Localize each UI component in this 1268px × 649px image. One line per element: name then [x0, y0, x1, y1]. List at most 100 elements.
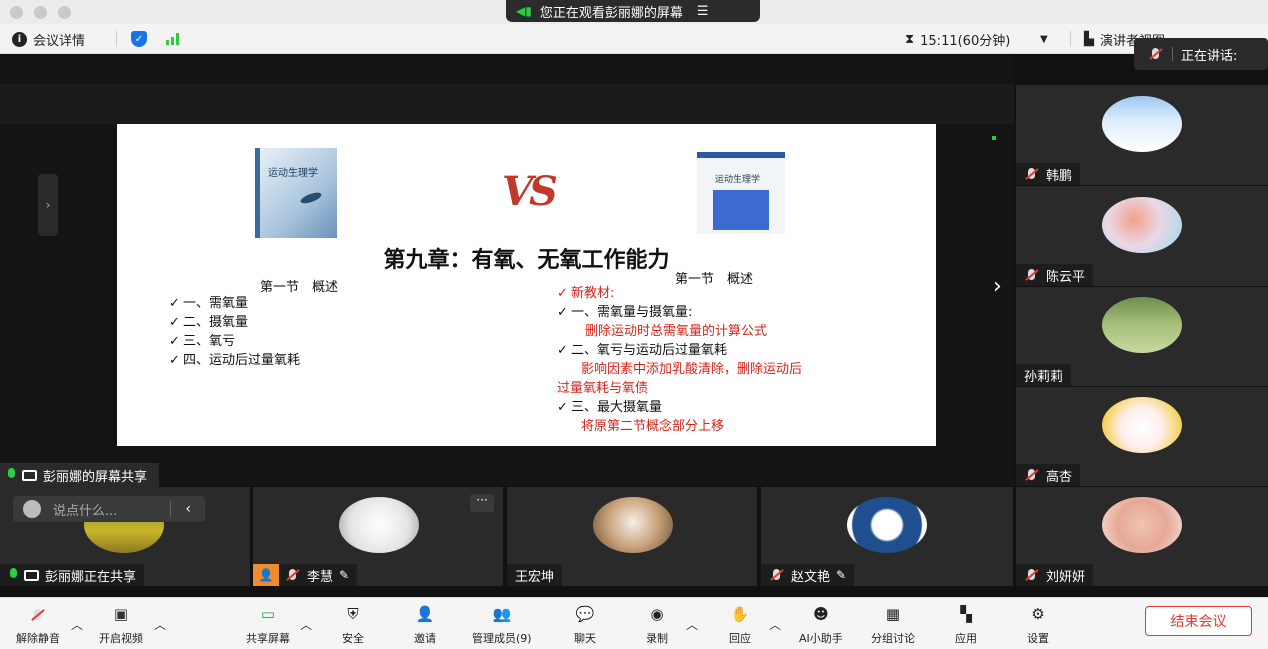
react-button[interactable]: ✋ 回应: [729, 598, 751, 649]
invite-label: 邀请: [414, 632, 436, 645]
record-button[interactable]: ◉ 录制: [646, 598, 668, 649]
screen-share-icon: [22, 469, 37, 481]
participant-label: 彭丽娜正在共享: [0, 564, 145, 586]
breakout-rooms-icon: ▦: [885, 605, 901, 623]
minimize-window-button[interactable]: [34, 6, 47, 19]
pencil-icon: ✎: [836, 568, 847, 582]
layout-icon: ▙: [1084, 31, 1094, 47]
list-item: ✓ 一、需氧量: [169, 296, 249, 311]
robot-icon: ☻: [813, 605, 829, 623]
mic-muted-icon: [1024, 167, 1040, 181]
viewing-banner[interactable]: ◀▮ 您正在观看彭丽娜的屏幕 ☰: [506, 0, 760, 22]
chat-bubble-icon: 💬: [575, 605, 595, 623]
participant-tile[interactable]: 韩鹏: [1016, 85, 1268, 185]
participant-tile[interactable]: 高杏: [1016, 387, 1268, 486]
chat-button[interactable]: 💬 聊天: [574, 598, 596, 649]
vs-logo: VS: [502, 168, 558, 215]
meeting-details-button[interactable]: i 会议详情: [12, 24, 85, 54]
expand-sidebar-button[interactable]: ›: [38, 174, 58, 236]
collapse-chat-icon[interactable]: ‹: [171, 501, 205, 517]
more-options-button[interactable]: ···: [470, 494, 494, 512]
network-status[interactable]: [166, 24, 179, 54]
video-off-icon: ▣: [113, 605, 129, 623]
hourglass-icon: ⧗: [905, 31, 915, 47]
info-icon: i: [12, 31, 27, 47]
share-screen-button[interactable]: ▭ 共享屏幕: [246, 598, 290, 649]
chat-placeholder[interactable]: 说点什么...: [53, 500, 117, 519]
react-label: 回应: [729, 632, 751, 645]
list-item: ✓ 一、需氧量与摄氧量:: [557, 305, 693, 320]
avatar: [1102, 197, 1182, 253]
settings-button[interactable]: ⚙ 设置: [1027, 598, 1049, 649]
shield-check-icon: ✓: [131, 31, 147, 47]
mic-muted-icon: [1148, 47, 1164, 61]
next-page-icon[interactable]: ›: [993, 274, 1002, 299]
info-bar: i 会议详情 ✓ ⧗ 15:11(60分钟) ▼ ▙ 演讲者视图: [0, 24, 1268, 54]
list-item: ✓ 新教材:: [557, 286, 615, 301]
close-window-button[interactable]: [10, 6, 23, 19]
list-item: ✓ 三、最大摄氧量: [557, 400, 663, 415]
meeting-window: ◀▮ 您正在观看彭丽娜的屏幕 ☰ i 会议详情 ✓ ⧗ 15:11(60分钟) …: [0, 0, 1268, 649]
security-label: 安全: [342, 632, 364, 645]
chevron-up-icon[interactable]: ︿: [300, 616, 312, 633]
avatar: [847, 497, 927, 553]
participant-tile[interactable]: 赵文艳 ✎: [761, 487, 1013, 586]
manage-members-button[interactable]: 👥 管理成员(9): [472, 598, 532, 649]
emoji-icon[interactable]: [23, 500, 41, 518]
avatar: [1102, 297, 1182, 353]
list-note: 将原第二节概念部分上移: [581, 419, 725, 434]
avatar: [339, 497, 419, 553]
invite-button[interactable]: 👤 邀请: [414, 598, 436, 649]
security-button[interactable]: ⛨ 安全: [342, 598, 364, 649]
participant-tile[interactable]: 刘妍妍: [1016, 487, 1268, 586]
share-screen-label: 共享屏幕: [246, 632, 290, 645]
participant-tile[interactable]: 王宏坤: [507, 487, 757, 586]
list-note: 删除运动时总需氧量的计算公式: [585, 324, 768, 339]
screen-share-icon: [24, 569, 39, 581]
right-list: ✓ 新教材: ✓ 一、需氧量与摄氧量: 删除运动时总需氧量的计算公式 ✓ 二、氧亏与运…: [557, 284, 802, 436]
maximize-window-button[interactable]: [58, 6, 71, 19]
book-cover-new: 运动生理学: [697, 152, 785, 234]
timer-label: 15:11(60分钟): [920, 33, 1011, 49]
left-section-heading: 第一节 概述: [260, 280, 339, 295]
ai-assistant-button[interactable]: ☻ AI小助手: [799, 598, 843, 649]
book-left-title: 运动生理学: [268, 168, 318, 179]
status-dot: [992, 136, 996, 140]
participant-name: 陈云平: [1046, 269, 1086, 285]
participant-name: 王宏坤: [515, 569, 555, 585]
participant-name: 李慧: [307, 569, 334, 585]
divider: [1070, 31, 1071, 47]
meeting-timer: ⧗ 15:11(60分钟): [905, 24, 1010, 54]
speaking-indicator: 正在讲话:: [1134, 38, 1268, 70]
chevron-up-icon[interactable]: ︿: [686, 616, 698, 633]
participant-label: 刘妍妍: [1016, 564, 1094, 586]
speaking-label: 正在讲话:: [1181, 48, 1238, 64]
share-source-label: 彭丽娜的屏幕共享: [0, 463, 160, 487]
end-meeting-button[interactable]: 结束会议: [1145, 606, 1252, 636]
mic-muted-icon: [285, 568, 301, 582]
breakout-button[interactable]: ▦ 分组讨论: [871, 598, 915, 649]
participant-tile[interactable]: 陈云平: [1016, 186, 1268, 286]
security-status[interactable]: ✓: [131, 24, 147, 54]
participant-name: 孙莉莉: [1024, 369, 1064, 385]
participant-name: 韩鹏: [1046, 168, 1073, 184]
timer-dropdown[interactable]: ▼: [1040, 24, 1048, 54]
menu-icon[interactable]: ☰: [697, 4, 709, 19]
start-video-button[interactable]: ▣ 开启视频: [99, 598, 143, 649]
participant-tile[interactable]: 孙莉莉: [1016, 287, 1268, 386]
participant-tile[interactable]: 👤 李慧 ✎: [253, 487, 503, 586]
chevron-up-icon[interactable]: ︿: [769, 616, 781, 633]
gear-icon: ⚙: [1031, 605, 1045, 623]
participant-name: 高杏: [1046, 469, 1073, 485]
record-label: 录制: [646, 632, 668, 645]
avatar: [593, 497, 673, 553]
book-cover-old: 运动生理学: [255, 148, 337, 238]
apps-label: 应用: [955, 632, 977, 645]
start-video-label: 开启视频: [99, 632, 143, 645]
add-user-icon: 👤: [415, 605, 435, 623]
chevron-up-icon[interactable]: ︿: [71, 616, 83, 633]
chat-input-box[interactable]: 说点什么... ‹: [13, 496, 205, 522]
chevron-up-icon[interactable]: ︿: [154, 616, 166, 633]
unmute-button[interactable]: 解除静音: [16, 598, 60, 649]
apps-button[interactable]: ▚ 应用: [955, 598, 977, 649]
